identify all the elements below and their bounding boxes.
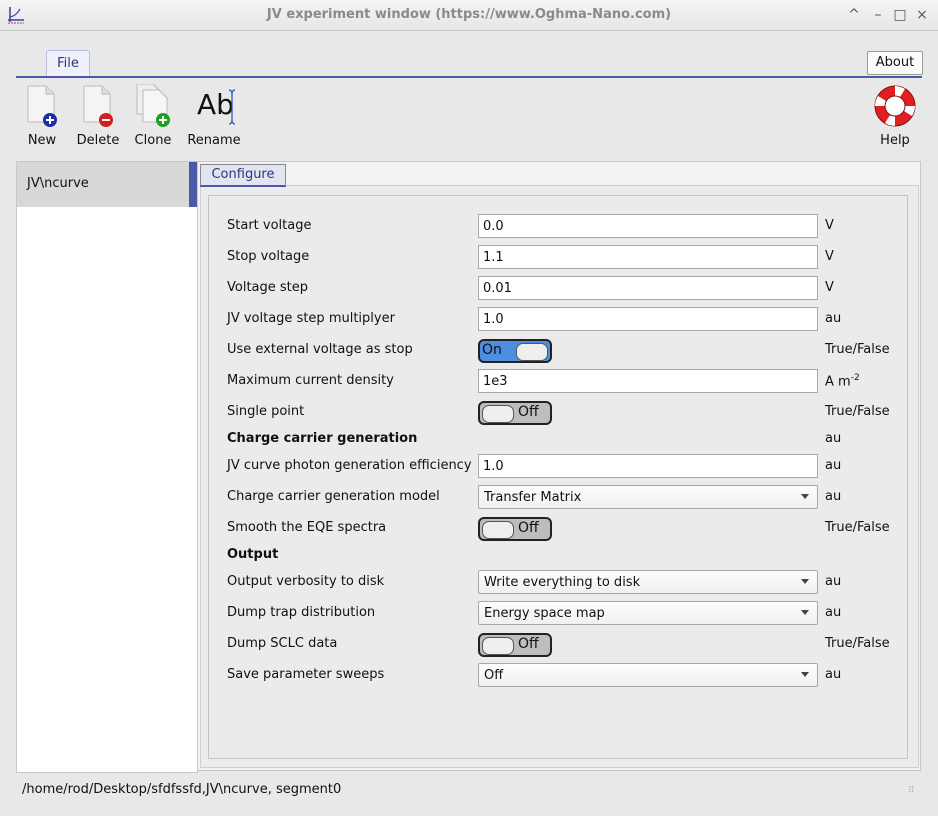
gen-model-label: Charge carrier generation model	[227, 489, 440, 504]
clone-file-icon	[133, 83, 173, 128]
file-tab[interactable]: File	[46, 50, 90, 77]
sidebar-item-jv-curve[interactable]: JV\ncurve	[17, 162, 197, 207]
delete-label: Delete	[76, 133, 120, 148]
trap-dist-value: Energy space map	[484, 606, 605, 621]
chevron-down-icon	[801, 672, 809, 677]
sclc-label: Dump SCLC data	[227, 636, 338, 651]
toggle-state: Off	[518, 520, 539, 536]
stop-voltage-input[interactable]: 1.1	[478, 245, 818, 269]
about-button[interactable]: About	[867, 51, 923, 75]
sclc-toggle[interactable]: Off	[478, 633, 552, 657]
single-point-unit: True/False	[825, 404, 890, 419]
delete-button[interactable]: Delete	[68, 84, 128, 148]
generation-section-unit: au	[825, 431, 842, 446]
stop-voltage-unit: V	[825, 249, 834, 264]
rename-button[interactable]: Ab Rename	[184, 84, 244, 148]
voltage-step-input[interactable]: 0.01	[478, 276, 818, 300]
ribbon-divider	[16, 76, 922, 78]
sidebar: JV\ncurve	[16, 161, 198, 773]
generation-section-heading: Charge carrier generation	[227, 431, 418, 446]
new-file-icon	[22, 84, 62, 128]
photon-eff-label: JV curve photon generation efficiency	[227, 458, 472, 473]
external-voltage-label: Use external voltage as stop	[227, 342, 413, 357]
status-path: /home/rod/Desktop/sfdfssfd,JV\ncurve, se…	[22, 782, 342, 797]
rename-icon: Ab	[189, 84, 239, 128]
max-current-label: Maximum current density	[227, 373, 394, 388]
help-label: Help	[880, 133, 910, 148]
external-voltage-unit: True/False	[825, 342, 890, 357]
minimize-window-icon[interactable]: –	[869, 6, 887, 24]
new-button[interactable]: New	[12, 84, 72, 148]
step-multiplyer-input[interactable]: 1.0	[478, 307, 818, 331]
toggle-state: Off	[518, 636, 539, 652]
gen-model-unit: au	[825, 489, 842, 504]
chevron-down-icon	[801, 579, 809, 584]
start-voltage-label: Start voltage	[227, 218, 312, 233]
stop-voltage-label: Stop voltage	[227, 249, 310, 264]
verbosity-select[interactable]: Write everything to disk	[478, 570, 818, 594]
sweeps-unit: au	[825, 667, 842, 682]
clone-button[interactable]: Clone	[123, 83, 183, 148]
max-current-input[interactable]: 1e3	[478, 369, 818, 393]
trap-dist-label: Dump trap distribution	[227, 605, 376, 620]
external-voltage-toggle[interactable]: On	[478, 339, 552, 363]
voltage-step-unit: V	[825, 280, 834, 295]
voltage-step-label: Voltage step	[227, 280, 309, 295]
toggle-knob	[516, 343, 548, 361]
sclc-unit: True/False	[825, 636, 890, 651]
chevron-down-icon	[801, 610, 809, 615]
toggle-knob	[482, 637, 514, 655]
single-point-toggle[interactable]: Off	[478, 401, 552, 425]
verbosity-value: Write everything to disk	[484, 575, 641, 590]
gen-model-select[interactable]: Transfer Matrix	[478, 485, 818, 509]
clone-label: Clone	[134, 133, 172, 148]
smooth-eqe-label: Smooth the EQE spectra	[227, 520, 387, 535]
trap-dist-select[interactable]: Energy space map	[478, 601, 818, 625]
rename-label: Rename	[187, 133, 241, 148]
single-point-label: Single point	[227, 404, 305, 419]
max-current-unit-base: A m	[825, 374, 851, 390]
start-voltage-input[interactable]: 0.0	[478, 214, 818, 238]
maximize-window-icon[interactable]: □	[891, 6, 909, 24]
close-window-icon[interactable]: ×	[913, 6, 931, 24]
smooth-eqe-toggle[interactable]: Off	[478, 517, 552, 541]
smooth-eqe-unit: True/False	[825, 520, 890, 535]
sweeps-select[interactable]: Off	[478, 663, 818, 687]
trap-dist-unit: au	[825, 605, 842, 620]
step-multiplyer-label: JV voltage step multiplyer	[227, 311, 395, 326]
toggle-state: On	[482, 342, 502, 358]
photon-eff-unit: au	[825, 458, 842, 473]
lifebuoy-icon	[874, 84, 916, 128]
verbosity-label: Output verbosity to disk	[227, 574, 385, 589]
photon-eff-input[interactable]: 1.0	[478, 454, 818, 478]
sweeps-label: Save parameter sweeps	[227, 667, 385, 682]
resize-grip-icon[interactable]: ⠿	[908, 786, 922, 800]
window-title: JV experiment window (https://www.Oghma-…	[266, 7, 672, 22]
max-current-unit: A m-2	[825, 373, 860, 389]
delete-file-icon	[78, 84, 118, 128]
output-section-heading: Output	[227, 547, 279, 562]
toggle-knob	[482, 405, 514, 423]
sweeps-value: Off	[484, 668, 504, 683]
toggle-state: Off	[518, 404, 539, 420]
new-label: New	[27, 133, 57, 148]
toggle-knob	[482, 521, 514, 539]
gen-model-value: Transfer Matrix	[484, 490, 582, 505]
verbosity-unit: au	[825, 574, 842, 589]
max-current-unit-exponent: -2	[850, 373, 860, 383]
chevron-down-icon	[801, 494, 809, 499]
help-button[interactable]: Help	[865, 84, 925, 148]
tab-configure[interactable]: Configure	[200, 164, 286, 187]
shade-window-icon[interactable]: ^	[845, 6, 863, 24]
step-multiplyer-unit: au	[825, 311, 842, 326]
start-voltage-unit: V	[825, 218, 834, 233]
